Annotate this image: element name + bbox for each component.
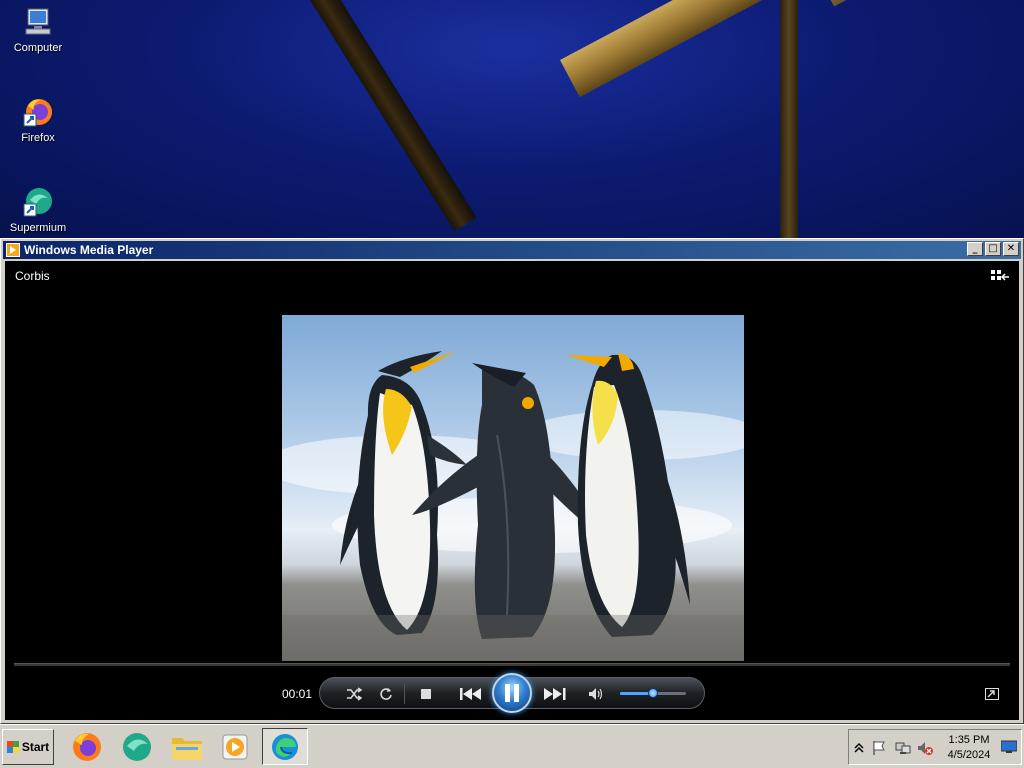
previous-button[interactable] — [458, 686, 484, 702]
penguins-video-image — [282, 351, 744, 661]
taskbar-app-file-explorer[interactable] — [164, 728, 210, 765]
network-icon[interactable] — [895, 740, 911, 756]
separator — [404, 684, 405, 704]
speaker-icon — [589, 688, 603, 700]
system-tray: 1:35 PM 4/5/2024 — [848, 729, 1022, 765]
pause-icon — [505, 684, 519, 702]
firefox-icon — [23, 99, 52, 127]
taskbar-app-edge[interactable] — [262, 728, 308, 765]
switch-to-library-icon[interactable] — [991, 270, 1009, 284]
show-desktop-icon[interactable] — [1000, 740, 1018, 756]
media-player-icon — [6, 243, 20, 257]
shuffle-button[interactable] — [344, 686, 364, 702]
fullscreen-button[interactable] — [985, 688, 999, 700]
transport-controls: 00:01 — [5, 671, 1019, 715]
file-explorer-icon — [172, 737, 202, 760]
elapsed-time: 00:01 — [282, 687, 313, 701]
wallpaper-beam — [820, 0, 1024, 7]
clock-date: 4/5/2024 — [947, 749, 991, 761]
pause-button[interactable] — [492, 673, 532, 713]
close-button[interactable]: ✕ — [1003, 242, 1019, 256]
mute-button[interactable] — [586, 686, 606, 702]
stop-icon — [421, 689, 431, 699]
desktop-icon-label: Firefox — [21, 132, 55, 144]
fullscreen-icon — [987, 690, 995, 698]
wallpaper-beam — [780, 0, 798, 238]
show-hidden-icons-icon[interactable] — [853, 740, 869, 756]
next-button[interactable] — [542, 686, 568, 702]
desktop-icon-label: Supermium — [9, 222, 67, 234]
controls-pill — [319, 673, 705, 713]
start-label: Start — [21, 740, 50, 754]
desktop-icon-computer[interactable]: Computer — [0, 6, 76, 54]
maximize-button[interactable]: □ — [985, 242, 1001, 256]
repeat-button[interactable] — [376, 686, 396, 702]
wallpaper-beam — [285, 0, 477, 232]
supermium-icon — [123, 732, 151, 761]
video-frame[interactable] — [282, 315, 744, 661]
window-titlebar[interactable]: Windows Media Player _ □ ✕ — [3, 241, 1021, 259]
desktop-icon-firefox[interactable]: Firefox — [0, 96, 76, 144]
taskbar-app-media-player[interactable] — [212, 728, 258, 765]
seek-bar[interactable] — [14, 663, 1010, 666]
start-button[interactable]: Start — [2, 729, 54, 765]
desktop-wallpaper: Computer Firefox Supermium — [0, 0, 1024, 238]
windows-logo-icon — [6, 741, 19, 753]
taskbar: Start 1:35 PM 4/5/2024 — [0, 724, 1024, 768]
repeat-icon — [380, 688, 392, 700]
volume-knob[interactable] — [648, 688, 658, 698]
volume-muted-icon[interactable] — [917, 740, 933, 756]
next-icon — [544, 688, 566, 700]
previous-icon — [460, 688, 481, 700]
taskbar-app-supermium[interactable] — [114, 728, 160, 765]
minimize-button[interactable]: _ — [967, 242, 983, 256]
firefox-icon — [73, 732, 101, 761]
window-title: Windows Media Player — [24, 243, 154, 257]
media-player-window: Windows Media Player _ □ ✕ Corbis 00:01 — [0, 238, 1024, 724]
player-area: Corbis 00:01 — [5, 261, 1019, 720]
media-player-icon — [222, 734, 248, 759]
clock[interactable]: 1:35 PM 4/5/2024 — [943, 733, 995, 763]
computer-icon — [25, 8, 51, 35]
edge-icon — [272, 733, 298, 760]
media-title: Corbis — [15, 269, 50, 283]
desktop-icon-label: Computer — [13, 42, 63, 54]
supermium-icon — [23, 188, 52, 217]
stop-button[interactable] — [416, 686, 436, 702]
clock-time: 1:35 PM — [948, 734, 990, 746]
volume-slider[interactable] — [620, 688, 686, 698]
shuffle-icon — [347, 687, 362, 701]
taskbar-app-firefox[interactable] — [64, 728, 110, 765]
desktop-icon-supermium[interactable]: Supermium — [0, 186, 76, 234]
action-center-flag-icon[interactable] — [871, 740, 887, 756]
